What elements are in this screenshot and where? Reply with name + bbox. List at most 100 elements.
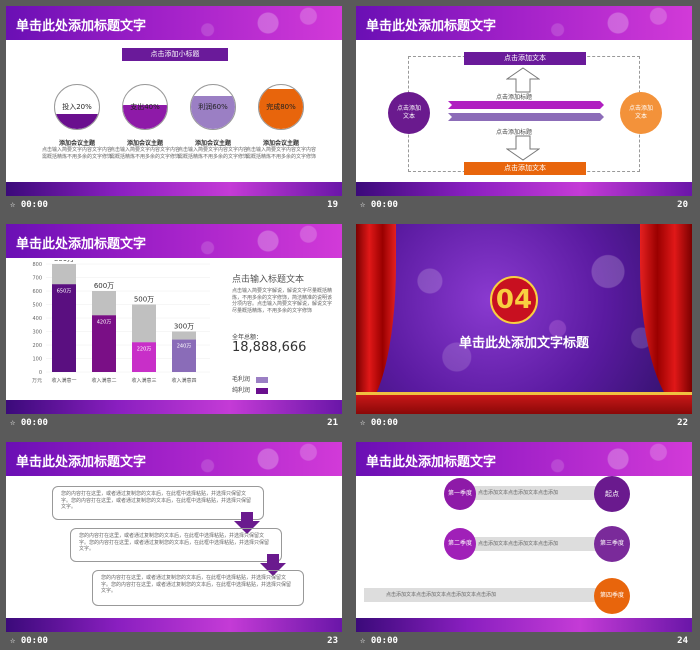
progress-fill — [191, 96, 235, 129]
y-tick-label: 400 — [32, 316, 42, 322]
topic-heading: 添加会议主题 — [126, 140, 163, 147]
bottom-band — [356, 182, 692, 196]
time-text: 00:00 — [20, 636, 48, 646]
slide-number: 20 — [677, 200, 688, 210]
topic-description: 点击输入简要文字内容文字内容需概括精炼不用多余的文字修饰 — [245, 147, 316, 160]
slide-20: 单击此处添加标题文字 点击添加文本 点击添加标题 点击添加标题 点击添加文本 点… — [356, 6, 692, 196]
slide-number: 23 — [327, 636, 338, 646]
bottom-band — [6, 400, 342, 414]
text-box-1: 您的内容打在这里，或者通过复制您的文本后，在此框中选择粘贴，并选择只保留文字。您… — [52, 486, 264, 520]
slide-number: 19 — [327, 200, 338, 210]
slide-header: 单击此处添加标题文字 — [356, 6, 692, 40]
slide-number: 22 — [677, 418, 688, 428]
slide-24: 单击此处添加标题文字 点击添加文本点击添加文本点击添加 点击添加文本点击添加文本… — [356, 442, 692, 632]
legend-net: 纯利润 — [232, 385, 269, 394]
x-tick-label: 收入满意二 — [91, 377, 116, 384]
slide-23: 单击此处添加标题文字 您的内容打在这里，或者通过复制您的文本后，在此框中选择粘贴… — [6, 442, 342, 632]
bottom-band — [6, 182, 342, 196]
slide-footer: ☆ 00:00 22 — [356, 416, 692, 432]
top-text-box: 点击添加文本 — [464, 52, 586, 65]
x-tick-label: 收入满意三 — [131, 377, 156, 384]
side-title: 点击输入标题文本 — [232, 275, 305, 285]
time-text: 00:00 — [370, 636, 398, 646]
slide-title: 单击此处添加标题文字 — [366, 19, 497, 34]
progress-circle: 完成80% — [258, 84, 304, 130]
text-box-2: 您的内容打在这里，或者通过复制您的文本后，在此框中选择粘贴，并选择只保留文字。您… — [70, 528, 282, 562]
legend-swatch — [256, 387, 269, 394]
bottom-band — [356, 618, 692, 632]
slide-title: 单击此处添加标题文字 — [16, 455, 147, 470]
slide-thumbnail-22[interactable]: 04 单击此处添加文字标题 ☆ 00:00 22 — [356, 224, 692, 432]
slide-thumbnail-20[interactable]: 单击此处添加标题文字 点击添加文本 点击添加标题 点击添加标题 点击添加文本 点… — [356, 6, 692, 214]
progress-circle: 投入20% — [54, 84, 100, 130]
bar-inner-label: 220万 — [137, 346, 152, 352]
y-tick-label: 600 — [32, 289, 42, 295]
bar-value-label: 500万 — [134, 296, 154, 304]
y-tick-label: 200 — [32, 343, 42, 349]
slide-footer: ☆ 00:00 20 — [356, 198, 692, 214]
slide-21: 单击此处添加标题文字 8007006005004003002001000万元80… — [6, 224, 342, 414]
x-tick-label: 收入满意一 — [51, 377, 76, 384]
slide-title: 单击此处添加标题文字 — [366, 455, 497, 470]
node-start: 起点 — [594, 476, 630, 512]
slide-title: 单击此处添加标题文字 — [16, 19, 147, 34]
row-2-text: 点击添加文本点击添加文本点击添加 — [478, 541, 559, 547]
bottom-text-box: 点击添加文本 — [464, 162, 586, 175]
y-tick-label: 100 — [32, 357, 42, 363]
y-tick-label: 500 — [32, 303, 42, 309]
left-circle: 点击添加文本 — [388, 92, 430, 134]
progress-label: 完成80% — [266, 103, 296, 111]
topic-description: 点击输入简要文字内容文字内容需概括精炼不用多余的文字修饰 — [109, 147, 180, 160]
slide-thumbnail-19[interactable]: 单击此处添加标题文字 点击添加小标题 投入20% 添加会议主题 点击输入简要文字内容… — [6, 6, 342, 214]
subtitle-bar: 点击添加小标题 — [122, 48, 228, 61]
text-box-3: 您的内容打在这里，或者通过复制您的文本后，在此框中选择粘贴，并选择只保留文字。您… — [92, 570, 304, 606]
slide-title: 单击此处添加标题文字 — [16, 237, 147, 252]
legend-label: 纯利润 — [232, 387, 251, 394]
down-arrow-icon — [506, 135, 540, 161]
slide-thumbnail-24[interactable]: 单击此处添加标题文字 点击添加文本点击添加文本点击添加 点击添加文本点击添加文本… — [356, 442, 692, 650]
double-ribbon — [448, 101, 604, 121]
side-text: 点击输入简要文字解说，解说文字尽量概括精炼，不用多余的文字修饰，简洁精准的说明该… — [232, 288, 333, 314]
slide-header: 单击此处添加标题文字 — [6, 224, 342, 258]
bar-chart: 800 700 600 500 400 300 200 100 0 万元 800万 650万收入满意一… — [32, 260, 210, 384]
slide-time: ☆ 00:00 — [360, 200, 398, 210]
bar-value-label: 800万 — [54, 260, 74, 263]
bar-inner-label: 420万 — [97, 319, 112, 325]
y-tick-label: 700 — [32, 276, 42, 282]
total-value: 18,888,666 — [232, 340, 307, 355]
progress-label: 投入20% — [62, 103, 92, 111]
progress-label: 利润60% — [198, 103, 228, 111]
node-q4: 第四季度 — [594, 578, 630, 614]
right-circle-text: 点击添加文本 — [629, 105, 654, 120]
row-3-text: 点击添加文本点击添加文本点击添加文本点击添加 — [386, 592, 497, 598]
node-q3: 第三季度 — [594, 526, 630, 562]
bar-inner-label: 650万 — [57, 288, 72, 294]
bar-net — [52, 284, 76, 372]
up-arrow-icon — [506, 67, 540, 93]
slide-22: 04 单击此处添加文字标题 — [356, 224, 692, 414]
right-circle: 点击添加文本 — [620, 92, 662, 134]
progress-fill — [55, 113, 99, 129]
time-text: 00:00 — [20, 418, 48, 428]
slide-thumbnail-23[interactable]: 单击此处添加标题文字 您的内容打在这里，或者通过复制您的文本后，在此框中选择粘贴… — [6, 442, 342, 650]
slide-time: ☆ 00:00 — [10, 636, 48, 646]
progress-label: 支出40% — [130, 103, 160, 111]
slide-footer: ☆ 00:00 21 — [6, 416, 342, 432]
slide-header: 单击此处添加标题文字 — [6, 442, 342, 476]
slide-time: ☆ 00:00 — [10, 200, 48, 210]
bar-value-label: 300万 — [174, 323, 194, 331]
node-q1: 第一季度 — [444, 478, 476, 510]
legend-gross: 毛利润 — [232, 374, 269, 383]
topic-description: 点击输入简要文字内容文字内容需概括精炼不用多余的文字修饰 — [41, 147, 112, 160]
badge-04: 04 — [490, 276, 538, 324]
slide-time: ☆ 00:00 — [360, 418, 398, 428]
stage-floor — [356, 392, 692, 414]
x-tick-label: 收入满意四 — [171, 377, 196, 384]
slide-thumbnail-21[interactable]: 单击此处添加标题文字 8007006005004003002001000万元80… — [6, 224, 342, 432]
y-tick-label: 0 — [39, 370, 42, 376]
legend-label: 毛利润 — [232, 376, 251, 383]
topic-description: 点击输入简要文字内容文字内容需概括精炼不用多余的文字修饰 — [177, 147, 248, 160]
topic-heading: 添加会议主题 — [58, 140, 95, 147]
legend-swatch — [256, 376, 269, 383]
slide-header: 单击此处添加标题文字 — [6, 6, 342, 40]
